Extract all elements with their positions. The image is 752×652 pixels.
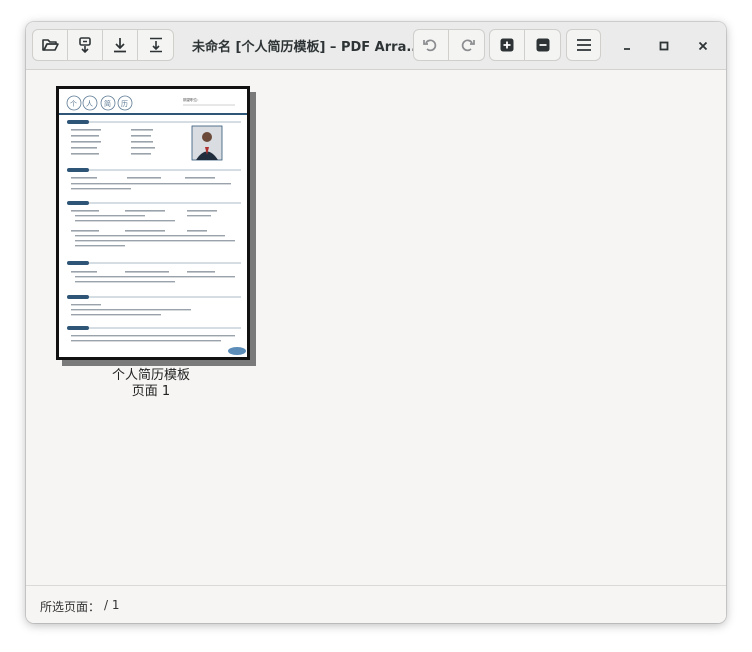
hamburger-menu-icon[interactable]: [566, 29, 601, 61]
folder-open-icon[interactable]: [33, 30, 68, 60]
zoom-out-icon[interactable]: [525, 30, 560, 60]
header-char-1: 个: [70, 100, 77, 108]
page-name: 个人简历模板: [111, 368, 190, 383]
selected-pages-label: 所选页面：: [40, 600, 101, 614]
page-thumbnail[interactable]: 个 人 简 历 期望职位：: [56, 86, 250, 360]
page-thumbnail-item[interactable]: 个 人 简 历 期望职位：: [56, 86, 256, 366]
undo-icon[interactable]: [414, 30, 449, 60]
app-window: 未命名 [个人简历模板] – PDF Arra... 个 人 简 历 期望职位：…: [26, 22, 726, 623]
maximize-icon[interactable]: [654, 36, 674, 56]
page-label: 页面 1: [131, 384, 171, 399]
status-bar: 所选页面： / 1: [26, 585, 726, 623]
file-actions-group: [32, 29, 174, 61]
page-caption: 个人简历模板 页面 1: [86, 368, 216, 400]
window-title: 未命名 [个人简历模板] – PDF Arra...: [192, 40, 414, 55]
close-icon[interactable]: [693, 36, 713, 56]
header-char-3: 简: [104, 99, 111, 108]
import-icon[interactable]: [68, 30, 103, 60]
download-icon[interactable]: [103, 30, 138, 60]
selected-pages-value: / 1: [104, 598, 120, 612]
redo-icon[interactable]: [449, 30, 484, 60]
header-char-4: 历: [121, 100, 128, 108]
export-icon[interactable]: [138, 30, 173, 60]
zoom-group: [489, 29, 561, 61]
history-group: [413, 29, 485, 61]
zoom-in-icon[interactable]: [490, 30, 525, 60]
resume-preview: 个 人 简 历 期望职位：: [59, 95, 247, 355]
pages-view[interactable]: 个 人 简 历 期望职位： 个人简历模板 页面 1: [26, 70, 726, 585]
header-char-2: 人: [86, 100, 93, 108]
minimize-icon[interactable]: [617, 36, 637, 56]
header-subtitle: 期望职位：: [183, 97, 201, 102]
header-bar: 未命名 [个人简历模板] – PDF Arra...: [26, 22, 726, 70]
